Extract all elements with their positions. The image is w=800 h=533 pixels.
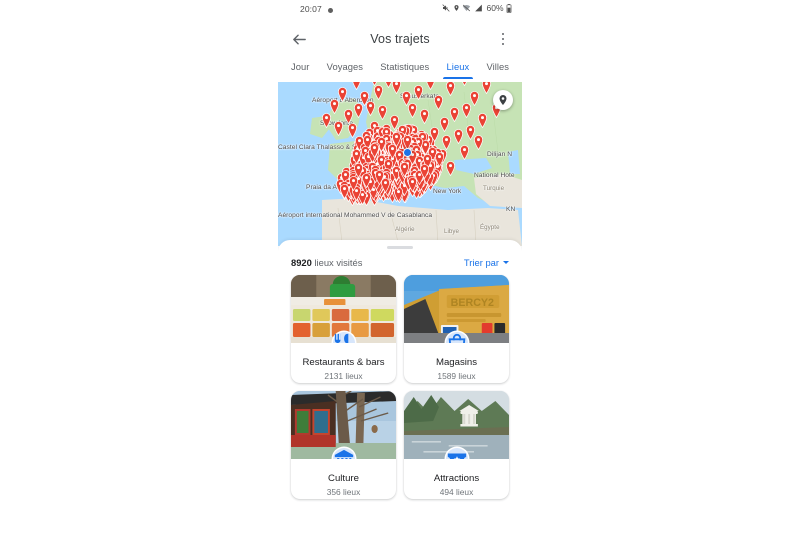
category-photo: BERCY2 <box>404 275 509 343</box>
places-count-label: lieux visités <box>314 257 362 268</box>
mute-icon <box>442 4 450 12</box>
category-meta: Restaurants & bars 2131 lieux <box>291 343 396 382</box>
sort-by-button[interactable]: Trier par <box>464 257 509 268</box>
sort-by-label: Trier par <box>464 257 499 268</box>
tab-villes[interactable]: Villes <box>485 59 510 79</box>
svg-text:BERCY2: BERCY2 <box>451 297 494 309</box>
page-title: Vos trajets <box>278 32 522 46</box>
more-vertical-icon[interactable] <box>494 29 512 49</box>
tab-bar: Jour Voyages Statistiques Lieux Villes <box>278 58 522 82</box>
category-card-magasins[interactable]: BERCY2 Magasins 1589 lieux <box>404 275 509 383</box>
status-icons: 60% <box>442 3 512 13</box>
status-clock: 20:07 <box>300 4 322 14</box>
category-meta: Culture 356 lieux <box>291 459 396 498</box>
category-count: 494 lieux <box>404 486 509 498</box>
battery-percent-label: 60% <box>486 3 503 13</box>
app-bar: Vos trajets <box>278 20 522 58</box>
tab-statistiques[interactable]: Statistiques <box>379 59 430 79</box>
places-count: 8920 lieux visités <box>291 257 362 268</box>
map-view[interactable]: Aéroport d'Aberdeen Schusterkate Snowdon… <box>278 82 522 246</box>
category-grid: Restaurants & bars 2131 lieux BERCY2 Mag… <box>278 271 522 499</box>
wifi-icon <box>462 4 471 12</box>
tab-voyages[interactable]: Voyages <box>326 59 364 79</box>
category-count: 1589 lieux <box>404 370 509 382</box>
category-card-restaurants[interactable]: Restaurants & bars 2131 lieux <box>291 275 396 383</box>
chevron-down-icon <box>503 261 509 264</box>
category-name: Attractions <box>404 473 509 485</box>
places-count-row: 8920 lieux visités Trier par <box>278 249 522 271</box>
category-name: Culture <box>291 473 396 485</box>
category-meta: Attractions 494 lieux <box>404 459 509 498</box>
signal-icon <box>474 4 483 12</box>
category-name: Restaurants & bars <box>291 357 396 369</box>
map-canvas <box>278 82 522 246</box>
category-count: 2131 lieux <box>291 370 396 382</box>
museum-icon <box>333 448 355 459</box>
map-pin-icon[interactable] <box>493 90 513 110</box>
places-count-value: 8920 <box>291 257 312 268</box>
status-bar: 20:07 60% <box>278 0 522 20</box>
restaurant-icon <box>333 332 355 343</box>
ticket-icon <box>446 448 468 459</box>
category-card-attractions[interactable]: Attractions 494 lieux <box>404 391 509 499</box>
recording-indicator-icon <box>328 8 333 13</box>
battery-icon <box>506 4 512 13</box>
screenshot-canvas: 20:07 60% Vos trajets Jour Voyages Stati… <box>0 0 800 533</box>
location-icon <box>453 4 460 12</box>
shopping-bag-icon <box>446 332 468 343</box>
arrow-back-icon[interactable] <box>288 28 310 50</box>
blue-location-dot <box>403 148 412 157</box>
category-card-culture[interactable]: Culture 356 lieux <box>291 391 396 499</box>
category-meta: Magasins 1589 lieux <box>404 343 509 382</box>
tab-lieux[interactable]: Lieux <box>446 59 471 79</box>
category-photo <box>404 391 509 459</box>
phone-screen: 20:07 60% Vos trajets Jour Voyages Stati… <box>278 0 522 533</box>
category-photo <box>291 391 396 459</box>
category-count: 356 lieux <box>291 486 396 498</box>
tab-jour[interactable]: Jour <box>290 59 310 79</box>
category-photo <box>291 275 396 343</box>
places-sheet: 8920 lieux visités Trier par Restaurants… <box>278 240 522 533</box>
category-name: Magasins <box>404 357 509 369</box>
